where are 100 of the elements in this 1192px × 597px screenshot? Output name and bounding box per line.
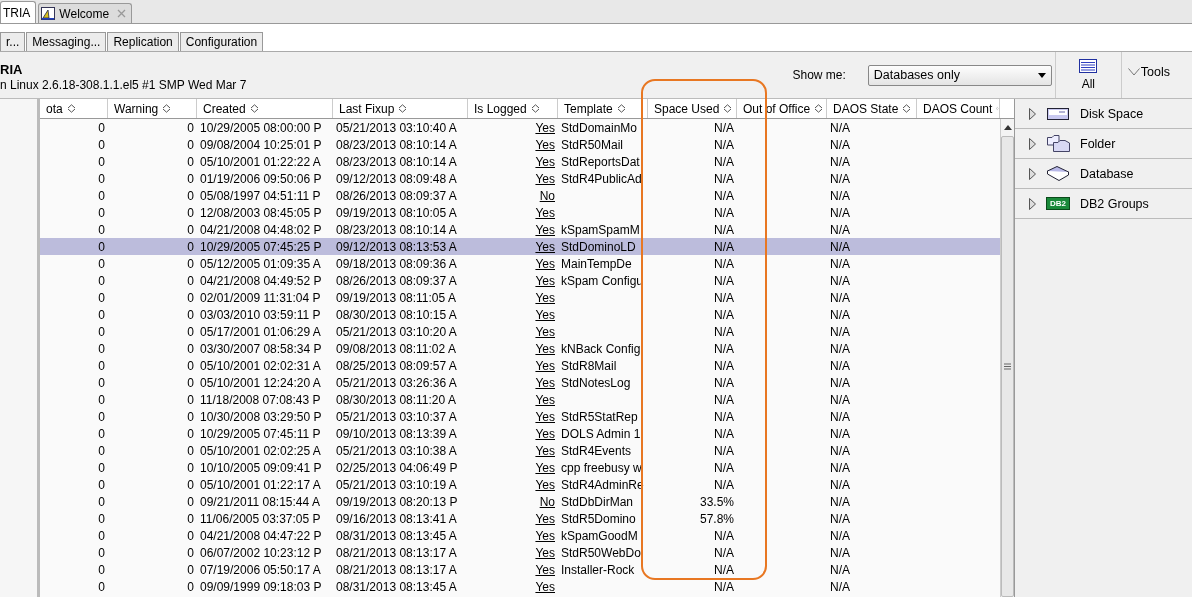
all-view-button[interactable]: All (1055, 52, 1122, 98)
table-cell: N/A (714, 120, 734, 135)
table-cell: N/A (714, 290, 734, 305)
column-header[interactable]: Last Fixup (333, 99, 468, 118)
document-tab[interactable]: Welcome (38, 3, 133, 23)
table-cell: 11/18/2008 07:08:43 P (200, 392, 321, 407)
table-cell: 02/01/2009 11:31:04 P (200, 290, 321, 305)
expand-arrow-icon[interactable] (1029, 107, 1036, 120)
table-cell: 05/17/2001 01:06:29 A (200, 324, 321, 339)
table-row[interactable]: 0 0 11/18/2008 07:08:43 P 08/30/2013 08:11:20 A Yes N/A N/A (40, 391, 1000, 408)
table-cell: Yes (535, 324, 555, 339)
table-cell: 09/16/2013 08:13:41 A (336, 511, 457, 526)
table-row[interactable]: 0 0 09/09/1999 09:18:03 P 08/31/2013 08:13:45 A Yes N/A N/A (40, 578, 1000, 595)
table-cell: 0 (187, 222, 194, 237)
table-cell: 0 (187, 205, 194, 220)
table-row[interactable]: 0 0 05/10/2001 02:02:25 A 05/21/2013 03:10:38 A Yes StdR4Events N/A N/A (40, 442, 1000, 459)
table-cell: 05/10/2001 02:02:25 A (200, 443, 321, 458)
table-row[interactable]: 0 0 07/19/2006 05:50:17 A 08/21/2013 08:13:17 A Yes Installer-Rock N/A N/A (40, 561, 1000, 578)
column-header[interactable]: DAOS State (827, 99, 917, 118)
table-row[interactable]: 0 0 06/07/2002 10:23:12 P 08/21/2013 08:13:17 A Yes StdR50WebDo N/A N/A (40, 544, 1000, 561)
table-cell: 0 (187, 188, 194, 203)
table-row[interactable]: 0 0 11/06/2005 03:37:05 P 09/16/2013 08:13:41 A Yes StdR5Domino 57.8% N/A (40, 510, 1000, 527)
column-header[interactable]: DAOS Count (917, 99, 1000, 118)
table-row[interactable]: 0 0 10/10/2005 09:09:41 P 02/25/2013 04:06:49 P Yes cpp freebusy w N/A N/A (40, 459, 1000, 476)
table-cell: N/A (830, 358, 850, 373)
sort-icon (723, 104, 733, 113)
table-cell: N/A (714, 375, 734, 390)
column-header[interactable]: ota (40, 99, 108, 118)
table-row[interactable]: 0 0 10/29/2005 08:00:00 P 05/21/2013 03:10:40 A Yes StdDomainMo N/A N/A (40, 119, 1000, 136)
table-cell: 0 (98, 256, 105, 271)
table-cell: No (539, 188, 555, 203)
section-tab[interactable]: Replication (107, 32, 179, 51)
table-cell: 0 (98, 511, 105, 526)
table-row[interactable]: 0 0 12/08/2003 08:45:05 P 09/19/2013 08:10:05 A Yes N/A N/A (40, 204, 1000, 221)
table-cell: N/A (714, 188, 734, 203)
table-cell: Yes (535, 120, 555, 135)
expand-arrow-icon[interactable] (1029, 137, 1036, 150)
grip-icon (1004, 363, 1011, 370)
expand-arrow-icon[interactable] (1029, 167, 1036, 180)
tools-menu-button[interactable]: Tools (1121, 52, 1192, 98)
table-cell: 0 (187, 494, 194, 509)
table-row[interactable]: 0 0 10/30/2008 03:29:50 P 05/21/2013 03:10:37 A Yes StdR5StatRep N/A N/A (40, 408, 1000, 425)
table-cell: 0 (98, 562, 105, 577)
column-header[interactable]: Is Logged (468, 99, 558, 118)
table-cell: 0 (187, 120, 194, 135)
sort-icon (530, 104, 540, 113)
section-tab[interactable]: Configuration (179, 32, 264, 51)
table-cell: Yes (535, 579, 555, 594)
tree-item[interactable]: Database (1015, 159, 1192, 189)
table-cell: N/A (714, 579, 734, 594)
table-cell: 0 (187, 545, 194, 560)
table-cell: 0 (98, 375, 105, 390)
table-row[interactable]: 0 0 10/29/2005 07:45:25 P 09/12/2013 08:13:53 A Yes StdDominoLD N/A N/A (40, 238, 1000, 255)
scroll-up-icon[interactable] (1003, 125, 1012, 130)
table-row[interactable]: 0 0 01/19/2006 09:50:06 P 09/12/2013 08:09:48 A Yes StdR4PublicAd N/A N/A (40, 170, 1000, 187)
table-row[interactable]: 0 0 09/08/2004 10:25:01 P 08/23/2013 08:10:14 A Yes StdR50Mail N/A N/A (40, 136, 1000, 153)
table-cell: 05/10/2001 01:22:22 A (200, 154, 321, 169)
table-row[interactable]: 0 0 05/08/1997 04:51:11 P 08/26/2013 08:09:37 A No N/A N/A (40, 187, 1000, 204)
table-cell: 10/30/2008 03:29:50 P (200, 409, 322, 424)
table-row[interactable]: 0 0 05/10/2001 01:22:17 A 05/21/2013 03:10:19 A Yes StdR4AdminRe N/A N/A (40, 476, 1000, 493)
table-cell: 10/29/2005 07:45:25 P (200, 239, 322, 254)
table-cell: N/A (830, 494, 850, 509)
tree-item[interactable]: Folder (1015, 129, 1192, 159)
table-cell: No (539, 494, 555, 509)
table-cell: 09/21/2011 08:15:44 A (200, 494, 320, 509)
table-row[interactable]: 0 0 04/21/2008 04:48:02 P 08/23/2013 08:10:14 A Yes kSpamSpamM N/A N/A (40, 221, 1000, 238)
table-cell: 09/19/2013 08:11:05 A (336, 290, 456, 305)
table-row[interactable]: 0 0 05/10/2001 02:02:31 A 08/25/2013 08:09:57 A Yes StdR8Mail N/A N/A (40, 357, 1000, 374)
table-cell: 05/12/2005 01:09:35 A (200, 256, 321, 271)
column-header[interactable]: Warning (108, 99, 197, 118)
section-tab[interactable]: r... (0, 32, 26, 51)
table-row[interactable]: 0 0 05/17/2001 01:06:29 A 05/21/2013 03:10:20 A Yes N/A N/A (40, 323, 1000, 340)
table-cell: N/A (830, 579, 850, 594)
table-row[interactable]: 0 0 10/29/2005 07:45:11 P 09/10/2013 08:13:39 A Yes DOLS Admin 1 N/A N/A (40, 425, 1000, 442)
table-cell: N/A (830, 307, 850, 322)
table-row[interactable]: 0 0 03/30/2007 08:58:34 P 09/08/2013 08:11:02 A Yes kNBack Config N/A N/A (40, 340, 1000, 357)
column-header[interactable]: Created (197, 99, 333, 118)
table-cell: Yes (535, 341, 555, 356)
table-cell: 33.5% (699, 494, 734, 509)
tree-item[interactable]: Disk Space (1015, 99, 1192, 129)
table-row[interactable]: 0 0 05/10/2001 12:24:20 A 05/21/2013 03:26:36 A Yes StdNotesLog N/A N/A (40, 374, 1000, 391)
section-tab[interactable]: Messaging... (26, 32, 107, 51)
sort-icon (996, 104, 999, 113)
table-row[interactable]: 0 0 05/10/2001 01:22:22 A 08/23/2013 08:10:14 A Yes StdReportsDat N/A N/A (40, 153, 1000, 170)
document-tab[interactable]: TRIA (0, 1, 37, 23)
table-cell: StdNotesLog (561, 375, 631, 390)
show-me-dropdown[interactable]: Databases only (867, 64, 1052, 86)
table-row[interactable]: 0 0 03/03/2010 03:59:11 P 08/30/2013 08:10:15 A Yes N/A N/A (40, 306, 1000, 323)
table-row[interactable]: 0 0 05/12/2005 01:09:35 A 09/18/2013 08:09:36 A Yes MainTempDe N/A N/A (40, 255, 1000, 272)
table-cell: N/A (830, 239, 850, 254)
column-header[interactable]: Template (558, 99, 648, 118)
table-row[interactable]: 0 0 02/01/2009 11:31:04 P 09/19/2013 08:11:05 A Yes N/A N/A (40, 289, 1000, 306)
table-cell: 57.8% (699, 511, 734, 526)
column-header[interactable]: Space Used (648, 99, 737, 118)
table-row[interactable]: 0 0 09/21/2011 08:15:44 A 09/19/2013 08:20:13 P No StdDbDirMan 33.5% N/A (40, 493, 1000, 510)
expand-arrow-icon[interactable] (1029, 197, 1036, 210)
tree-item[interactable]: DB2 DB2 Groups (1015, 189, 1192, 219)
table-cell: N/A (830, 154, 850, 169)
table-row[interactable]: 0 0 04/21/2008 04:47:22 P 08/31/2013 08:13:45 A Yes kSpamGoodM N/A N/A (40, 527, 1000, 544)
table-cell: Yes (535, 222, 555, 237)
